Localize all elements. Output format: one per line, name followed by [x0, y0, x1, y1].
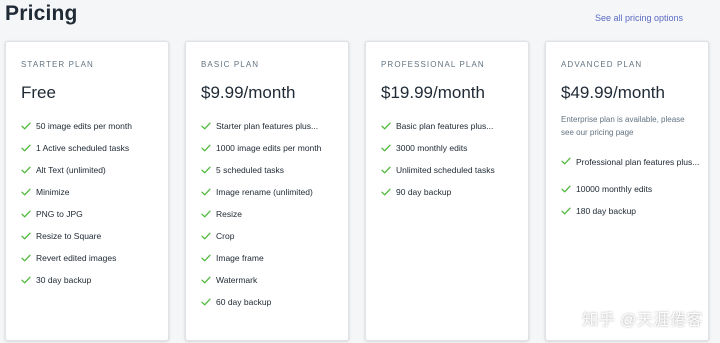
feature-label: Watermark: [216, 275, 258, 285]
feature-item: Image frame: [201, 253, 321, 275]
feature-label: 50 image edits per month: [36, 121, 132, 131]
feature-item: Professional plan features plus...: [561, 156, 699, 184]
watermark-text: 知乎 @天涯倦客: [582, 312, 703, 329]
feature-label: Resize: [216, 209, 242, 219]
feature-item: 1 Active scheduled tasks: [21, 143, 132, 165]
feature-label: Image frame: [216, 253, 264, 263]
feature-label: Revert edited images: [36, 253, 117, 263]
feature-list: Professional plan features plus... 10000 …: [561, 156, 699, 228]
plan-card-basic: BASIC PLAN $9.99/month Starter plan feat…: [185, 41, 349, 341]
feature-item: 1000 image edits per month: [201, 143, 321, 165]
feature-label: Crop: [216, 231, 235, 241]
check-icon: [201, 122, 211, 130]
feature-list: Starter plan features plus... 1000 image …: [201, 121, 321, 319]
check-icon: [21, 188, 31, 196]
check-icon: [201, 210, 211, 218]
feature-item: 3000 monthly edits: [381, 143, 495, 165]
feature-item: 50 image edits per month: [21, 121, 132, 143]
feature-item: 10000 monthly edits: [561, 184, 699, 206]
plan-card-professional: PROFESSIONAL PLAN $19.99/month Basic pla…: [365, 41, 529, 341]
feature-item: Basic plan features plus...: [381, 121, 495, 143]
feature-item: Unlimited scheduled tasks: [381, 165, 495, 187]
feature-label: Resize to Square: [36, 231, 102, 241]
feature-item: Alt Text (unlimited): [21, 165, 132, 187]
feature-item: Resize: [201, 209, 321, 231]
feature-item: 30 day backup: [21, 275, 132, 297]
feature-item: Crop: [201, 231, 321, 253]
feature-label: 5 scheduled tasks: [216, 165, 285, 175]
feature-label: Alt Text (unlimited): [36, 165, 106, 175]
check-icon: [381, 122, 391, 130]
feature-label: Image rename (unlimited): [216, 187, 313, 197]
check-icon: [381, 166, 391, 174]
feature-label: Basic plan features plus...: [396, 121, 494, 131]
plan-name: STARTER PLAN: [21, 60, 94, 69]
plan-price: $19.99/month: [381, 83, 485, 102]
feature-label: 180 day backup: [576, 206, 637, 216]
check-icon: [21, 232, 31, 240]
feature-item: Resize to Square: [21, 231, 132, 253]
feature-item: Starter plan features plus...: [201, 121, 321, 143]
feature-item: Watermark: [201, 275, 321, 297]
feature-item: Revert edited images: [21, 253, 132, 275]
check-icon: [201, 232, 211, 240]
check-icon: [21, 122, 31, 130]
check-icon: [201, 276, 211, 284]
enterprise-note: Enterprise plan is available, please see…: [561, 115, 685, 137]
feature-item: Minimize: [21, 187, 132, 209]
check-icon: [381, 188, 391, 196]
plan-name: ADVANCED PLAN: [561, 60, 643, 69]
check-icon: [21, 144, 31, 152]
feature-label: 3000 monthly edits: [396, 143, 468, 153]
check-icon: [21, 166, 31, 174]
check-icon: [201, 254, 211, 262]
plan-name: PROFESSIONAL PLAN: [381, 60, 485, 69]
feature-label: 1000 image edits per month: [216, 143, 322, 153]
check-icon: [201, 166, 211, 174]
page-title: Pricing: [5, 2, 78, 25]
plan-card-advanced: ADVANCED PLAN $49.99/month Enterprise pl…: [545, 41, 709, 341]
feature-label: 10000 monthly edits: [576, 184, 653, 194]
plan-card-starter: STARTER PLAN Free 50 image edits per mon…: [5, 41, 169, 341]
plan-price: Free: [21, 83, 56, 102]
page-header: Pricing See all pricing options: [0, 0, 720, 36]
check-icon: [21, 210, 31, 218]
check-icon: [561, 207, 571, 215]
check-icon: [561, 185, 571, 193]
feature-list: 50 image edits per month 1 Active schedul…: [21, 121, 132, 297]
check-icon: [561, 157, 571, 165]
feature-label: Unlimited scheduled tasks: [396, 165, 495, 175]
feature-label: PNG to JPG: [36, 209, 83, 219]
plan-name: BASIC PLAN: [201, 60, 260, 69]
feature-list: Basic plan features plus... 3000 monthly …: [381, 121, 495, 209]
see-all-pricing-link[interactable]: See all pricing options: [595, 13, 683, 23]
feature-item: PNG to JPG: [21, 209, 132, 231]
check-icon: [21, 276, 31, 284]
feature-item: 180 day backup: [561, 206, 699, 228]
feature-item: 90 day backup: [381, 187, 495, 209]
feature-label: Starter plan features plus...: [216, 121, 319, 131]
check-icon: [21, 254, 31, 262]
feature-label: Professional plan features plus...: [576, 157, 700, 167]
feature-label: 60 day backup: [216, 297, 272, 307]
feature-label: Minimize: [36, 187, 70, 197]
check-icon: [201, 144, 211, 152]
feature-label: 90 day backup: [396, 187, 452, 197]
plan-price: $49.99/month: [561, 83, 665, 102]
feature-item: 5 scheduled tasks: [201, 165, 321, 187]
check-icon: [201, 188, 211, 196]
plan-price: $9.99/month: [201, 83, 296, 102]
check-icon: [201, 298, 211, 306]
check-icon: [381, 144, 391, 152]
feature-label: 30 day backup: [36, 275, 92, 285]
feature-item: 60 day backup: [201, 297, 321, 319]
feature-item: Image rename (unlimited): [201, 187, 321, 209]
feature-label: 1 Active scheduled tasks: [36, 143, 130, 153]
